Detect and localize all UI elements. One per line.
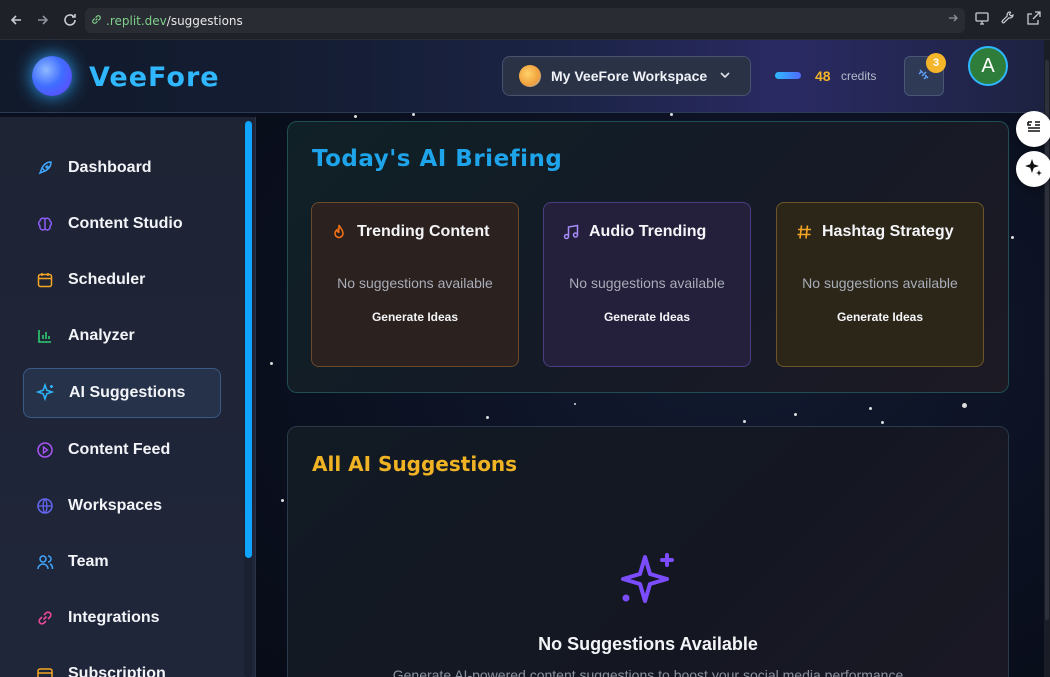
empty-message: No suggestions available <box>337 275 493 291</box>
sidebar-item-scheduler[interactable]: Scheduler <box>23 255 221 305</box>
briefing-title: Today's AI Briefing <box>312 146 563 172</box>
empty-state-description: Generate AI-powered content suggestions … <box>392 667 904 677</box>
quote-list-icon <box>1025 118 1043 141</box>
monitor-icon[interactable] <box>974 10 990 31</box>
sidebar-item-workspaces[interactable]: Workspaces <box>23 481 221 531</box>
generate-ideas-button[interactable]: Generate Ideas <box>544 310 750 324</box>
sidebar-item-label: Integrations <box>68 609 160 626</box>
sidebar-item-dashboard[interactable]: Dashboard <box>23 143 221 193</box>
sidebar-item-subscription[interactable]: Subscription <box>23 649 221 677</box>
reader-mode-button[interactable] <box>1016 111 1050 147</box>
all-suggestions-title: All AI Suggestions <box>312 452 518 476</box>
calendar-icon <box>35 270 55 290</box>
credits-label: credits <box>841 69 877 83</box>
sidebar-item-team[interactable]: Team <box>23 537 221 587</box>
trending-content-card: Trending Content No suggestions availabl… <box>311 202 519 367</box>
notification-badge: 3 <box>926 53 946 73</box>
workspace-selector[interactable]: My VeeFore Workspace <box>502 56 751 96</box>
link-icon <box>91 14 102 28</box>
users-icon <box>35 552 55 572</box>
play-circle-icon <box>35 440 55 460</box>
sidebar-item-ai-suggestions[interactable]: AI Suggestions <box>23 368 221 418</box>
sidebar-item-label: Analyzer <box>68 327 135 344</box>
bar-chart-icon <box>35 326 55 346</box>
ai-assistant-button[interactable] <box>1016 151 1050 187</box>
sidebar-item-label: Content Studio <box>68 215 183 232</box>
sidebar-item-integrations[interactable]: Integrations <box>23 593 221 643</box>
generate-ideas-button[interactable]: Generate Ideas <box>312 310 518 324</box>
globe-icon <box>35 496 55 516</box>
address-bar[interactable]: .replit.dev/suggestions <box>85 8 965 33</box>
sparkles-icon <box>1024 157 1044 182</box>
empty-message: No suggestions available <box>802 275 958 291</box>
workspace-name: My VeeFore Workspace <box>551 68 708 84</box>
card-title: Audio Trending <box>589 223 707 240</box>
reload-icon[interactable] <box>58 8 82 32</box>
sidebar-item-label: Dashboard <box>68 159 152 176</box>
sidebar-item-label: AI Suggestions <box>69 384 186 401</box>
sidebar: Dashboard Content Studio Scheduler Analy… <box>0 117 256 677</box>
music-note-icon <box>562 223 580 241</box>
back-icon[interactable] <box>4 8 28 32</box>
flame-icon <box>330 223 348 241</box>
hash-icon <box>795 223 813 241</box>
url-domain: .replit.dev <box>106 13 167 28</box>
link-icon <box>35 608 55 628</box>
sidebar-item-label: Subscription <box>68 665 166 677</box>
external-link-icon[interactable] <box>1026 10 1042 31</box>
url-path: /suggestions <box>166 13 243 28</box>
card-title: Hashtag Strategy <box>822 223 954 240</box>
sidebar-item-content-feed[interactable]: Content Feed <box>23 425 221 475</box>
wrench-icon[interactable] <box>1000 10 1016 31</box>
sidebar-item-analyzer[interactable]: Analyzer <box>23 311 221 361</box>
card-title: Trending Content <box>357 223 490 240</box>
generate-ideas-button[interactable]: Generate Ideas <box>777 310 983 324</box>
sidebar-item-label: Team <box>68 553 109 570</box>
rocket-icon <box>35 158 55 178</box>
sidebar-item-label: Workspaces <box>68 497 162 514</box>
brain-icon <box>35 214 55 234</box>
empty-state-title: No Suggestions Available <box>538 634 758 654</box>
forward-icon[interactable] <box>31 8 55 32</box>
card-icon <box>35 664 55 677</box>
credits-bar <box>775 72 801 79</box>
credits-value: 48 <box>815 68 831 84</box>
sidebar-item-label: Scheduler <box>68 271 146 288</box>
app-header: VeeFore My VeeFore Workspace 48 credits … <box>0 40 1050 113</box>
brand-name: VeeFore <box>89 62 220 93</box>
brand-logo <box>32 56 72 96</box>
browser-right-icons <box>974 10 1042 31</box>
sidebar-item-label: Content Feed <box>68 441 171 458</box>
chevron-down-icon <box>719 68 731 84</box>
page-scrollbar-thumb[interactable] <box>1045 60 1049 620</box>
sidebar-item-content-studio[interactable]: Content Studio <box>23 199 221 249</box>
empty-message: No suggestions available <box>569 275 725 291</box>
user-avatar[interactable]: A <box>968 46 1008 86</box>
go-arrow-icon[interactable] <box>947 12 959 27</box>
workspace-avatar <box>519 65 541 87</box>
sidebar-scrollbar-thumb[interactable] <box>245 121 252 558</box>
sparkles-icon <box>36 383 56 403</box>
hashtag-strategy-card: Hashtag Strategy No suggestions availabl… <box>776 202 984 367</box>
audio-trending-card: Audio Trending No suggestions available … <box>543 202 751 367</box>
sparkles-icon <box>617 551 679 613</box>
